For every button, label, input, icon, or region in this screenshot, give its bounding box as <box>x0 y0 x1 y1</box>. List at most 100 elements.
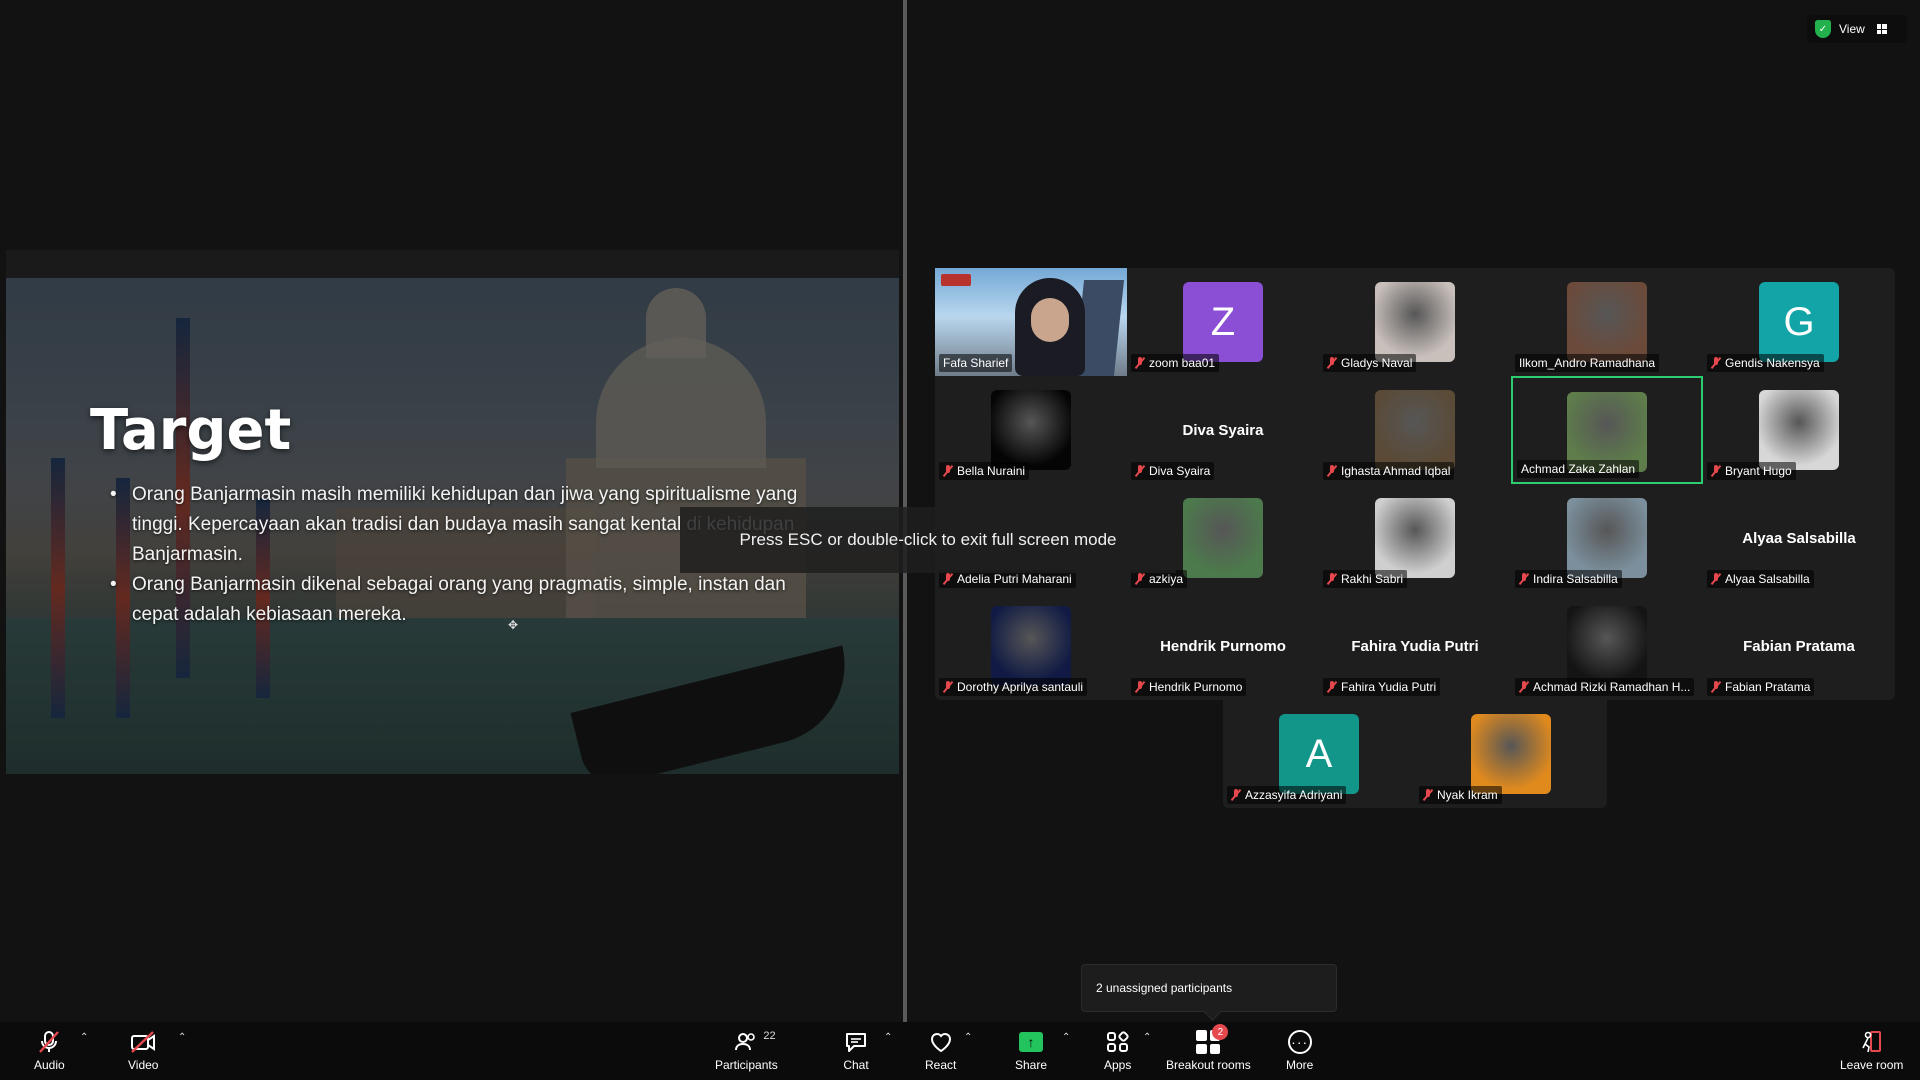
participant-name-tag: Indira Salsabilla <box>1515 570 1622 588</box>
participant-name-tag: Azzasyifa Adriyani <box>1227 786 1347 804</box>
fullscreen-exit-toast: Press ESC or double-click to exit full s… <box>680 507 1176 573</box>
muted-microphone-icon <box>1135 357 1145 369</box>
muted-microphone-icon <box>943 465 953 477</box>
grid-view-icon <box>1876 24 1887 34</box>
participant-tile[interactable]: G Gendis Nakensya <box>1703 268 1895 376</box>
share-button[interactable]: ↑ Share <box>1015 1028 1047 1076</box>
participant-name: Hendrik Purnomo <box>1149 680 1243 694</box>
participant-name: Bella Nuraini <box>957 464 1026 478</box>
participant-name: Gendis Nakensya <box>1725 356 1820 370</box>
share-options-chevron-icon[interactable]: ⌃ <box>1062 1032 1070 1043</box>
participant-avatar <box>991 390 1071 470</box>
participant-name: Fafa Sharief <box>943 356 1009 370</box>
gallery-view-overflow-row: A Azzasyifa Adriyani Nyak Ikram <box>1223 700 1607 808</box>
participant-tile[interactable]: Fahira Yudia Putri Fahira Yudia Putri <box>1319 592 1511 700</box>
audio-options-chevron-icon[interactable]: ⌃ <box>80 1032 88 1043</box>
participant-name-tag: Diva Syaira <box>1131 462 1215 480</box>
participant-tile[interactable]: Dorothy Aprilya santauli <box>935 592 1127 700</box>
participant-tile[interactable]: Achmad Rizki Ramadhan H... <box>1511 592 1703 700</box>
participant-tile[interactable]: Bella Nuraini <box>935 376 1127 484</box>
participant-display-name: Diva Syaira <box>1182 422 1264 439</box>
muted-microphone-icon <box>1135 465 1145 477</box>
participant-name: Diva Syaira <box>1149 464 1211 478</box>
gallery-view: Fafa Sharief Zzoom baa01 Gladys Naval Ilkom… <box>935 268 1895 700</box>
participant-tile[interactable]: Rakhi Sabri <box>1319 484 1511 592</box>
participant-tile[interactable]: Bryant Hugo <box>1703 376 1895 484</box>
leave-room-button[interactable]: Leave room <box>1840 1028 1903 1076</box>
participant-tile[interactable]: Fafa Sharief <box>935 268 1127 376</box>
participant-name: Achmad Rizki Ramadhan H... <box>1533 680 1691 694</box>
participant-tile[interactable]: Gladys Naval <box>1319 268 1511 376</box>
pointer-cursor-icon: ✥ <box>508 618 519 632</box>
participant-name: Ighasta Ahmad Iqbal <box>1341 464 1451 478</box>
participant-name-tag: Gladys Naval <box>1323 354 1417 372</box>
participant-name: azkiya <box>1149 572 1184 586</box>
react-button[interactable]: React <box>925 1028 956 1076</box>
participant-name: Bryant Hugo <box>1725 464 1792 478</box>
participant-name: Azzasyifa Adriyani <box>1245 788 1343 802</box>
participant-name: Ilkom_Andro Ramadhana <box>1519 356 1656 370</box>
participant-avatar <box>1375 282 1455 362</box>
video-button[interactable]: Video <box>128 1028 158 1076</box>
encryption-shield-icon: ✓ <box>1815 20 1831 38</box>
participant-avatar <box>1375 390 1455 470</box>
breakout-rooms-button[interactable]: 2 Breakout rooms <box>1166 1024 1251 1076</box>
leave-room-icon <box>1859 1028 1885 1056</box>
participant-tile[interactable]: Indira Salsabilla <box>1511 484 1703 592</box>
participant-tile[interactable]: Ighasta Ahmad Iqbal <box>1319 376 1511 484</box>
participant-avatar <box>1567 606 1647 686</box>
participant-tile[interactable]: A Azzasyifa Adriyani <box>1223 700 1415 808</box>
breakout-badge: 2 <box>1212 1024 1229 1040</box>
more-button[interactable]: ··· More <box>1286 1028 1313 1076</box>
unassigned-participants-popup[interactable]: 2 unassigned participants <box>1081 964 1337 1012</box>
slide-bullet: Orang Banjarmasin dikenal sebagai orang … <box>110 570 830 630</box>
participant-avatar <box>1375 498 1455 578</box>
participant-avatar <box>1471 714 1551 794</box>
participants-icon: 22 <box>733 1028 776 1056</box>
muted-microphone-icon <box>1135 681 1145 693</box>
participant-tile[interactable]: Ilkom_Andro Ramadhana <box>1511 268 1703 376</box>
muted-microphone-icon <box>1711 573 1721 585</box>
participant-display-name: Hendrik Purnomo <box>1160 638 1286 655</box>
participant-avatar: A <box>1279 714 1359 794</box>
muted-microphone-icon <box>1519 573 1529 585</box>
participant-tile[interactable]: Fabian Pratama Fabian Pratama <box>1703 592 1895 700</box>
apps-icon <box>1105 1028 1131 1056</box>
participant-name: Dorothy Aprilya santauli <box>957 680 1084 694</box>
muted-microphone-icon <box>1231 789 1241 801</box>
video-off-icon <box>129 1028 157 1056</box>
meeting-stage: Target Orang Banjarmasin masih memiliki … <box>0 0 1920 1022</box>
audio-button[interactable]: Audio <box>34 1028 65 1076</box>
participant-name-tag: Alyaa Salsabilla <box>1707 570 1814 588</box>
participant-name-tag: Nyak Ikram <box>1419 786 1502 804</box>
participant-name: Indira Salsabilla <box>1533 572 1618 586</box>
participant-tile[interactable]: Nyak Ikram <box>1415 700 1607 808</box>
react-options-chevron-icon[interactable]: ⌃ <box>964 1032 972 1043</box>
slide-title: Target <box>90 398 292 463</box>
apps-button[interactable]: Apps <box>1104 1028 1131 1076</box>
participant-name-tag: Achmad Zaka Zahlan <box>1517 460 1640 478</box>
participant-name: Gladys Naval <box>1341 356 1413 370</box>
participant-name-tag: Fabian Pratama <box>1707 678 1815 696</box>
muted-microphone-icon <box>943 681 953 693</box>
participant-tile[interactable]: Zzoom baa01 <box>1127 268 1319 376</box>
participant-tile[interactable]: Alyaa Salsabilla Alyaa Salsabilla <box>1703 484 1895 592</box>
participant-tile[interactable]: Hendrik Purnomo Hendrik Purnomo <box>1127 592 1319 700</box>
participant-name-tag: Dorothy Aprilya santauli <box>939 678 1088 696</box>
participants-count: 22 <box>763 1030 776 1042</box>
view-button[interactable]: ✓ View <box>1807 15 1907 43</box>
participants-button[interactable]: 22 Participants <box>715 1028 778 1076</box>
participant-tile[interactable]: Achmad Zaka Zahlan <box>1511 376 1703 484</box>
apps-options-chevron-icon[interactable]: ⌃ <box>1143 1032 1151 1043</box>
participant-tile[interactable]: Diva Syaira Diva Syaira <box>1127 376 1319 484</box>
participant-name: Achmad Zaka Zahlan <box>1521 462 1636 476</box>
meeting-toolbar: Audio ⌃ Video ⌃ 22 Participants Chat ⌃ R… <box>0 1022 1920 1080</box>
video-options-chevron-icon[interactable]: ⌃ <box>178 1032 186 1043</box>
chat-options-chevron-icon[interactable]: ⌃ <box>884 1032 892 1043</box>
muted-microphone-icon <box>943 573 953 585</box>
participant-name: Adelia Putri Maharani <box>957 572 1072 586</box>
more-dots-icon: ··· <box>1287 1030 1312 1054</box>
chat-button[interactable]: Chat <box>843 1028 869 1076</box>
participant-name-tag: Rakhi Sabri <box>1323 570 1408 588</box>
chat-bubble-icon <box>843 1028 869 1056</box>
